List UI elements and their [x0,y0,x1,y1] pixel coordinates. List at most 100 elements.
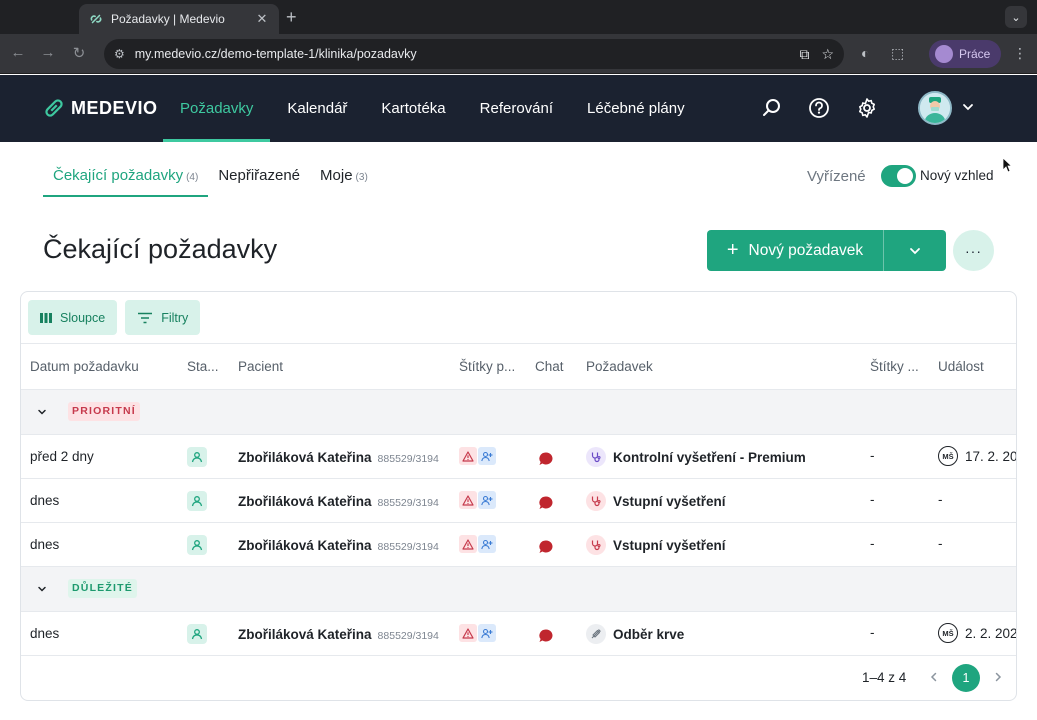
chat-bubble-icon[interactable] [538,451,554,467]
back-icon[interactable]: ← [8,44,28,61]
forward-icon[interactable]: → [38,44,58,61]
column-header-patient[interactable]: Pacient [238,359,283,374]
table-header: Datum požadavku Sta... Pacient Štítky p.… [21,343,1016,390]
reload-icon[interactable]: ↻ [69,44,89,62]
request-name[interactable]: Kontrolní vyšetření - Premium [613,450,806,465]
nav-kalendar[interactable]: Kalendář [270,75,364,142]
column-header-request[interactable]: Požadavek [586,359,653,374]
table-row[interactable]: dnes Zbořiláková Kateřina 885529/3194 Vst… [21,479,1016,523]
help-icon[interactable] [808,97,830,119]
install-app-icon[interactable]: ⧉ [799,46,809,63]
subtab-label: Nepřiřazené [218,167,301,184]
pagination-info: 1–4 z 4 [862,670,907,685]
new-tab-icon[interactable]: + [286,8,297,26]
filters-button[interactable]: Filtry [125,300,201,335]
column-header-date[interactable]: Datum požadavku [30,359,139,374]
browser-tab[interactable]: Požadavky | Medevio ✕ [79,4,279,34]
chat-bubble-icon[interactable] [538,628,554,644]
patient-name-text: Zbořiláková Kateřina [238,627,372,642]
profile-chip[interactable]: Práce [929,40,1001,68]
new-look-label: Nový vzhled [920,168,994,183]
table-row[interactable]: před 2 dny Zbořiláková Kateřina 885529/31… [21,435,1017,479]
add-user-tag-icon [478,535,496,553]
subtab-cekajici[interactable]: Čekající požadavky (4) [43,155,209,197]
warning-tag-icon [459,491,477,509]
new-request-button[interactable]: + Nový požadavek [707,230,884,271]
nav-lecebne-plany[interactable]: Léčebné plány [570,75,702,142]
doctor-initials-badge: MŠ [938,623,958,643]
column-header-state[interactable]: Sta... [187,359,219,374]
browser-menu-icon[interactable]: ⋮ [1013,45,1027,62]
bookmark-star-icon[interactable]: ☆ [821,46,834,63]
chat-bubble-icon[interactable] [538,539,554,555]
chat-bubble-icon[interactable] [538,495,554,511]
settings-gear-icon[interactable] [856,97,878,119]
new-request-label: Nový požadavek [748,241,864,259]
extensions-puzzle-icon[interactable]: ⬚ [891,45,904,62]
add-user-tag-icon [478,447,496,465]
stethoscope-icon [586,491,606,511]
tab-close-icon[interactable]: ✕ [255,11,269,27]
group-row-prioritni[interactable]: PRIORITNÍ [21,390,1016,435]
nav-kartoteka[interactable]: Kartotéka [364,75,462,142]
table-row[interactable]: dnes Zbořiláková Kateřina 885529/3194 Vst… [21,523,1016,567]
column-header-event[interactable]: Událost [938,359,984,374]
request-name[interactable]: Vstupní vyšetření [613,494,726,509]
new-request-dropdown[interactable] [884,230,946,271]
collapse-chevron-icon[interactable] [36,583,48,595]
table-row[interactable]: dnes Zbořiláková Kateřina 885529/3194 Odb… [21,612,1017,656]
event-date: 17. 2. 2024 [965,448,1017,464]
event-cell[interactable]: MŠ 17. 2. 2024 [938,446,1017,466]
resolved-link[interactable]: Vyřízené [807,168,866,185]
page-button-current[interactable]: 1 [952,664,980,692]
event-date: 2. 2. 2024 [965,625,1017,641]
user-avatar[interactable] [918,91,952,125]
collapse-chevron-icon[interactable] [36,406,48,418]
state-user-icon [187,491,207,511]
request-name[interactable]: Odběr krve [613,627,684,642]
search-icon[interactable] [761,97,783,119]
patient-name[interactable]: Zbořiláková Kateřina 885529/3194 [238,450,439,465]
extension-icon[interactable]: ◐ [861,45,869,61]
filters-label: Filtry [161,310,189,325]
subtab-moje[interactable]: Moje (3) [310,155,378,197]
syringe-icon [586,624,606,644]
prev-page-icon[interactable] [927,670,941,684]
patient-name[interactable]: Zbořiláková Kateřina 885529/3194 [238,627,439,642]
app-header: MEDEVIO Požadavky Kalendář Kartotéka Ref… [0,75,1037,142]
column-header-patient-tags[interactable]: Štítky p... [459,359,515,374]
doctor-initials-badge: MŠ [938,446,958,466]
subtab-nepriazene[interactable]: Nepřiřazené [208,155,310,197]
nav-pozadavky[interactable]: Požadavky [163,75,271,142]
main-nav: Požadavky Kalendář Kartotéka Referování … [163,75,702,142]
event-cell[interactable]: MŠ 2. 2. 2024 [938,623,1017,643]
request-date: dnes [30,537,60,552]
warning-tag-icon [459,624,477,642]
new-request-split-button: + Nový požadavek [707,230,946,271]
column-header-chat[interactable]: Chat [535,359,564,374]
patient-name[interactable]: Zbořiláková Kateřina 885529/3194 [238,538,439,553]
more-actions-button[interactable]: ··· [953,230,994,271]
subtab-label: Moje [320,167,353,184]
patient-name-text: Zbořiláková Kateřina [238,494,372,509]
medevio-logo[interactable]: MEDEVIO [43,97,158,119]
patient-name[interactable]: Zbořiláková Kateřina 885529/3194 [238,494,439,509]
address-bar[interactable]: ⚙ my.medevio.cz/demo-template-1/klinika/… [104,39,844,69]
url-text[interactable]: my.medevio.cz/demo-template-1/klinika/po… [135,47,788,61]
columns-button[interactable]: Sloupce [28,300,118,335]
user-menu-chevron-icon[interactable] [961,100,975,114]
columns-label: Sloupce [60,310,106,325]
state-user-icon [187,447,207,467]
request-name[interactable]: Vstupní vyšetření [613,538,726,553]
patient-name-text: Zbořiláková Kateřina [238,538,372,553]
tab-search-icon[interactable]: ⌄ [1005,6,1027,28]
nav-referovani[interactable]: Referování [463,75,570,142]
next-page-icon[interactable] [991,670,1005,684]
column-header-request-tags[interactable]: Štítky ... [870,359,919,374]
requests-table-card: Sloupce Filtry Datum požadavku Sta... Pa… [20,291,1017,701]
new-look-toggle[interactable] [881,165,916,187]
group-row-dulezite[interactable]: DŮLEŽITÉ [21,567,1016,612]
plus-icon: + [726,239,739,261]
page-title: Čekající požadavky [43,234,278,264]
site-settings-icon[interactable]: ⚙ [114,47,125,61]
